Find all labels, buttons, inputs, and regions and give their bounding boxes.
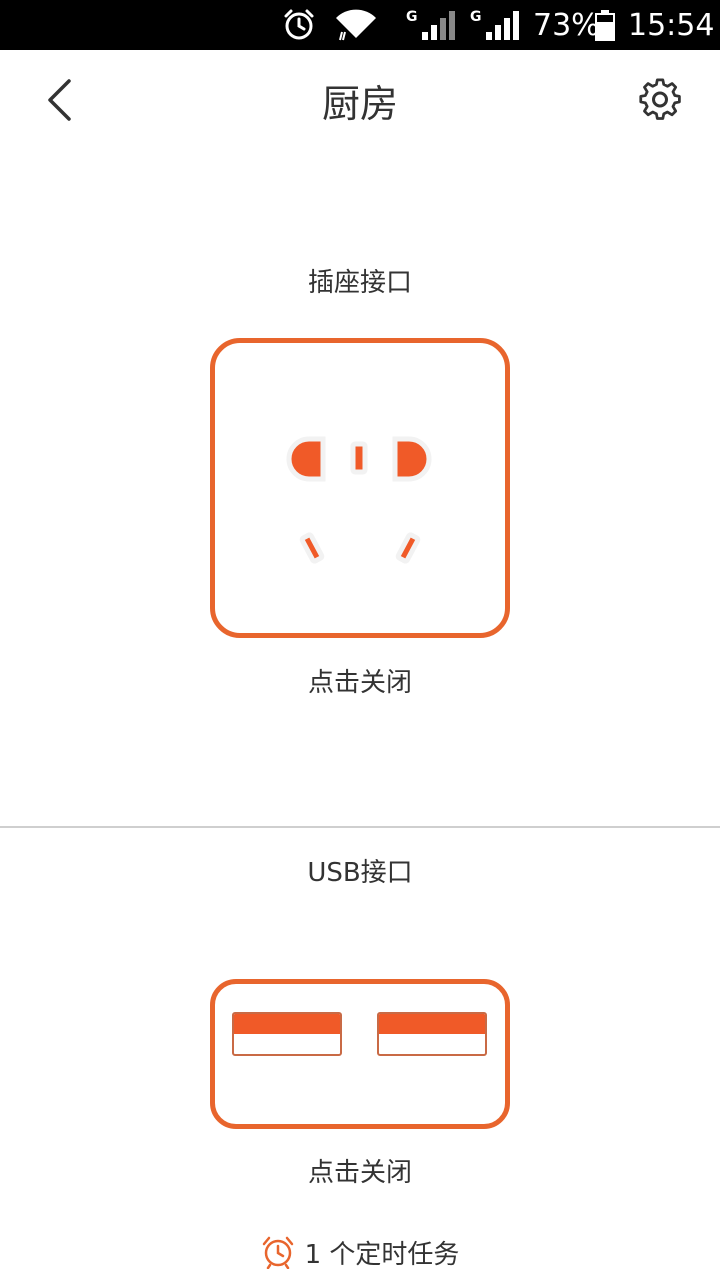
timer-task-link[interactable]: 1 个定时任务 [0,1228,720,1276]
usb-port-icon [232,1012,342,1056]
battery-percent: 73% [533,7,600,43]
alarm-clock-icon [262,1236,293,1269]
wifi-icon [332,0,380,50]
status-bar: G G 73% 15:54 [0,0,720,50]
page-title: 厨房 [321,81,398,126]
socket-icon [286,436,432,564]
usb-section-label: USB接口 [307,858,413,888]
network-type-label: G [406,9,418,25]
signal-icon [484,0,520,50]
battery-icon [594,0,616,50]
section-divider [0,826,720,828]
status-clock: 15:54 [628,7,715,43]
alarm-icon [282,0,316,50]
timer-task-count: 1 个定时任务 [304,1239,460,1270]
network-type-label: G [470,9,482,25]
socket-section-label: 插座接口 [307,268,412,298]
usb-toggle-button[interactable] [210,979,510,1129]
usb-action-label: 点击关闭 [307,1158,412,1188]
header: 厨房 [0,50,720,150]
settings-button[interactable] [630,72,690,128]
socket-action-label: 点击关闭 [307,668,412,698]
socket-toggle-button[interactable] [210,338,510,638]
gear-icon [639,78,681,120]
back-button[interactable] [30,72,90,128]
signal-icon [420,0,456,50]
usb-port-icon [377,1012,487,1056]
back-arrow-icon [48,79,71,121]
